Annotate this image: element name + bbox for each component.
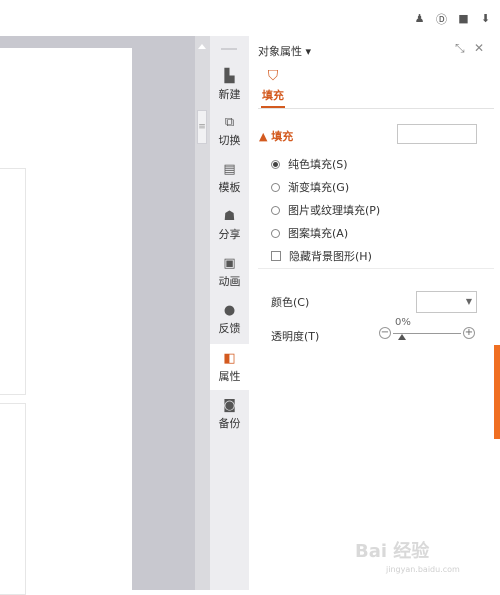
- divider: [258, 108, 494, 109]
- panel-edge-tab[interactable]: [494, 345, 500, 439]
- option-label: 渐变填充(G): [288, 181, 350, 194]
- fill-bucket-icon: ⛉: [267, 68, 279, 84]
- share-icon: ☗: [223, 208, 236, 224]
- scroll-up-icon[interactable]: [198, 44, 206, 49]
- fill-option-pattern[interactable]: 图案填充(A): [271, 225, 348, 241]
- transparency-slider[interactable]: − 0% +: [377, 317, 481, 344]
- slide-canvas[interactable]: [0, 36, 195, 595]
- scroll-thumb[interactable]: ≡: [197, 110, 207, 144]
- fill-option-picture[interactable]: 图片或纹理填充(P): [271, 202, 380, 218]
- tab-label: 填充: [262, 89, 284, 102]
- checkbox[interactable]: [271, 251, 281, 261]
- fill-option-gradient[interactable]: 渐变填充(G): [271, 179, 349, 195]
- panel-title[interactable]: 对象属性 ▾: [258, 43, 311, 59]
- fill-section-header[interactable]: ▲ 填充: [259, 128, 293, 144]
- option-label: 隐藏背景图形(H): [289, 250, 372, 263]
- chevron-down-icon: ▼: [465, 297, 472, 306]
- tool-backup[interactable]: ◙ 备份: [210, 391, 249, 437]
- plus-icon[interactable]: +: [463, 327, 475, 339]
- tool-feedback[interactable]: ● 反馈: [210, 296, 249, 342]
- tab-fill[interactable]: ⛉ 填充: [261, 68, 285, 103]
- tool-switch[interactable]: ⧉ 切换: [210, 108, 249, 154]
- hide-background-checkbox[interactable]: 隐藏背景图形(H): [271, 248, 372, 264]
- watermark-url: jingyan.baidu.com: [386, 565, 460, 574]
- animation-icon: ▣: [223, 255, 236, 271]
- tool-label: 分享: [218, 227, 241, 241]
- side-toolbar: ▙ 新建 ⧉ 切换 ▤ 模板 ☗ 分享 ▣ 动画 ● 反馈 ◧ 属性 ◙ 备份: [210, 36, 249, 590]
- top-toolbar: ♟ Ⓓ ■ ⬇: [0, 0, 500, 36]
- document-page[interactable]: [0, 48, 132, 595]
- tool-label: 新建: [218, 87, 241, 101]
- tool-share[interactable]: ☗ 分享: [210, 202, 249, 248]
- color-dropdown[interactable]: ▼: [416, 291, 477, 313]
- tool-label: 模板: [218, 180, 241, 194]
- color-label: 颜色(C): [271, 296, 310, 309]
- option-label: 图片或纹理填充(P): [288, 204, 381, 217]
- tool-label: 动画: [218, 274, 241, 288]
- tool-label: 切换: [218, 133, 241, 147]
- radio-button[interactable]: [271, 205, 280, 215]
- minus-icon[interactable]: −: [379, 327, 391, 339]
- option-label: 图案填充(A): [288, 227, 349, 240]
- slider-thumb[interactable]: [398, 334, 406, 340]
- tool-animation[interactable]: ▣ 动画: [210, 249, 249, 295]
- radio-button[interactable]: [271, 159, 280, 169]
- person-icon[interactable]: ♟: [413, 12, 426, 25]
- backup-icon: ◙: [223, 397, 236, 413]
- info-d-icon[interactable]: Ⓓ: [435, 12, 448, 26]
- toolbar-icons: ♟ Ⓓ ■ ⬇: [413, 12, 492, 26]
- export-icon[interactable]: ⬇: [479, 12, 492, 25]
- switch-icon: ⧉: [224, 114, 235, 130]
- panel-drag-handle[interactable]: [221, 48, 237, 50]
- tool-label: 备份: [218, 416, 241, 430]
- option-label: 纯色填充(S): [288, 158, 348, 171]
- object-properties-panel: 对象属性 ▾ ⤡ ✕ ⛉ 填充 ▲ 填充 纯色填充(S) 渐变填充(G) 图片或…: [249, 36, 500, 590]
- save-icon[interactable]: ■: [457, 12, 470, 25]
- slide-thumbnail[interactable]: [0, 403, 26, 595]
- radio-button[interactable]: [271, 228, 280, 238]
- template-icon: ▤: [223, 161, 236, 177]
- divider: [258, 268, 494, 269]
- slide-thumbnail[interactable]: [0, 168, 26, 395]
- close-icon[interactable]: ✕: [474, 41, 484, 55]
- tool-template[interactable]: ▤ 模板: [210, 155, 249, 201]
- properties-icon: ◧: [223, 350, 236, 366]
- tool-label: 属性: [218, 369, 241, 383]
- transparency-value: 0%: [395, 317, 411, 328]
- tool-label: 反馈: [218, 321, 241, 335]
- transparency-label: 透明度(T): [271, 330, 320, 343]
- new-doc-icon: ▙: [224, 68, 235, 84]
- fill-preview-box: [397, 124, 477, 144]
- watermark-logo: Bai 经验: [355, 541, 430, 562]
- collapse-icon[interactable]: ⤡: [455, 41, 465, 56]
- tool-new[interactable]: ▙ 新建: [210, 62, 249, 108]
- feedback-icon: ●: [223, 302, 236, 318]
- fill-option-solid[interactable]: 纯色填充(S): [271, 156, 348, 172]
- radio-button[interactable]: [271, 182, 280, 192]
- vertical-scrollbar[interactable]: ≡: [195, 36, 210, 590]
- tool-properties[interactable]: ◧ 属性: [210, 344, 249, 390]
